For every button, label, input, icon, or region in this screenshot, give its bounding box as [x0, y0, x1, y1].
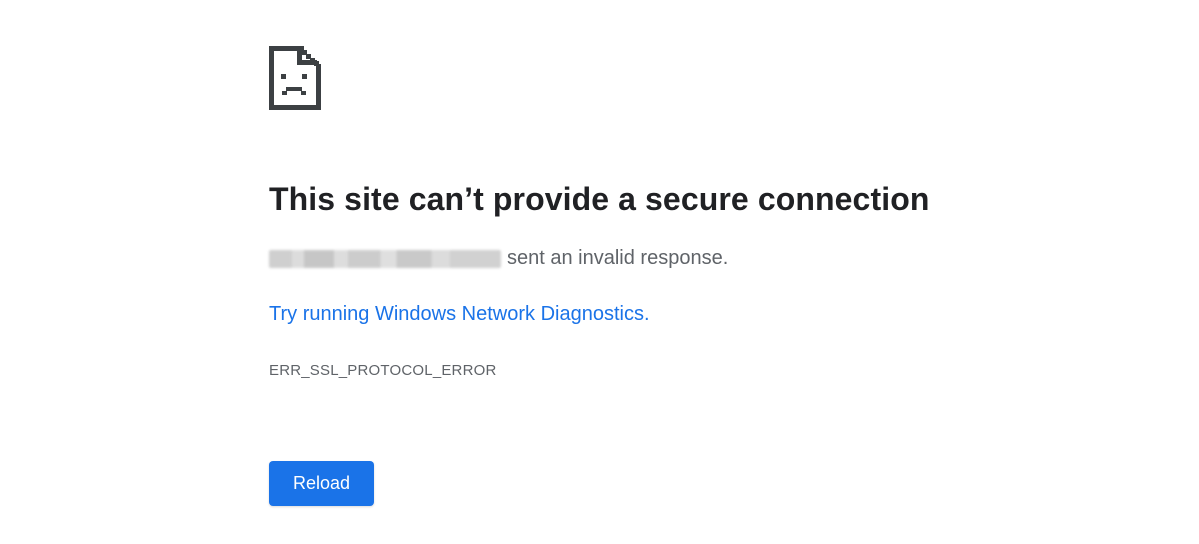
blurred-hostname — [269, 249, 501, 268]
page-title: This site can’t provide a secure connect… — [269, 181, 930, 217]
sad-page-icon — [269, 46, 321, 110]
reload-button[interactable]: Reload — [269, 461, 374, 506]
error-description: sent an invalid response. — [269, 247, 728, 270]
network-diagnostics-link[interactable]: Try running Windows Network Diagnostics. — [269, 303, 650, 326]
error-description-text: sent an invalid response. — [507, 247, 729, 269]
error-code: ERR_SSL_PROTOCOL_ERROR — [269, 362, 497, 379]
